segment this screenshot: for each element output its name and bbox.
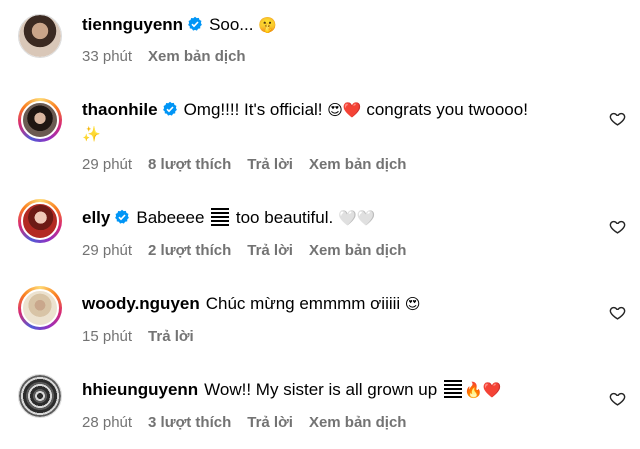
reply-button[interactable]: Trả lời	[247, 414, 293, 431]
reply-button[interactable]: Trả lời	[247, 242, 293, 259]
verified-badge-icon	[188, 16, 202, 31]
comment-line: tiennguyenn Soo... 🤫	[82, 14, 602, 36]
white-hearts-emoji: 🤍🤍	[337, 209, 376, 227]
likes-count-button[interactable]: 8 lượt thích	[148, 156, 231, 173]
flag-glyph-icon	[443, 380, 462, 398]
comment-text: Soo...	[209, 15, 259, 34]
avatar[interactable]	[18, 286, 62, 330]
username[interactable]: woody.nguyen	[82, 294, 200, 313]
comment-meta: 29 phút 2 lượt thích Trả lời Xem bản dịch	[82, 242, 422, 259]
username[interactable]: hhieunguyenn	[82, 380, 198, 399]
verified-badge-icon	[162, 101, 177, 116]
username[interactable]: tiennguyenn	[82, 15, 183, 34]
avatar[interactable]	[18, 14, 62, 58]
see-translation-button[interactable]: Xem bản dịch	[148, 48, 246, 65]
reply-button[interactable]: Trả lời	[148, 328, 194, 345]
avatar-image	[19, 15, 61, 57]
likes-count-button[interactable]: 3 lượt thích	[148, 414, 231, 431]
like-heart-icon[interactable]	[609, 110, 626, 127]
comment-meta: 15 phút Trả lời	[82, 328, 210, 345]
likes-count-button[interactable]: 2 lượt thích	[148, 242, 231, 259]
timestamp[interactable]: 29 phút	[82, 242, 132, 259]
verified-badge-icon	[115, 209, 130, 224]
comment-line: hhieunguyenn Wow!! My sister is all grown…	[82, 379, 602, 401]
comment-text: Babeeee	[136, 208, 210, 227]
avatar-image	[19, 375, 61, 417]
username[interactable]: elly	[82, 208, 110, 227]
username[interactable]: thaonhile	[82, 100, 158, 119]
comment-meta: 29 phút 8 lượt thích Trả lời Xem bản dịch	[82, 156, 422, 173]
see-translation-button[interactable]: Xem bản dịch	[309, 156, 407, 173]
avatar-image	[21, 289, 59, 327]
shush-emoji: 🤫	[258, 16, 277, 34]
avatar-image	[21, 101, 59, 139]
comment-text: Wow!! My sister is all grown up	[204, 380, 442, 399]
heart-eyes-emoji: 😍❤️	[327, 101, 362, 119]
comment-text: Chúc mừng emmmm ơiiiii	[205, 294, 405, 313]
comment-text: Omg!!!! It's official!	[183, 100, 328, 119]
timestamp[interactable]: 33 phút	[82, 48, 132, 65]
comment-text-continued: too beautiful.	[231, 208, 338, 227]
like-heart-icon[interactable]	[609, 218, 626, 235]
reply-button[interactable]: Trả lời	[247, 156, 293, 173]
avatar[interactable]	[18, 98, 62, 142]
fire-heart-emoji: 🔥❤️	[463, 381, 502, 399]
avatar-image	[21, 202, 59, 240]
comment-text-continued: congrats you twoooo!	[361, 100, 528, 119]
see-translation-button[interactable]: Xem bản dịch	[309, 414, 407, 431]
sparkles-emoji: ✨	[82, 125, 101, 143]
flag-glyph-icon	[211, 208, 230, 226]
comment-line: elly Babeeee too beautiful. 🤍🤍	[82, 207, 602, 229]
timestamp[interactable]: 15 phút	[82, 328, 132, 345]
like-heart-icon[interactable]	[609, 304, 626, 321]
heart-eyes-emoji: 😍	[404, 295, 421, 313]
comment-meta: 28 phút 3 lượt thích Trả lời Xem bản dịch	[82, 414, 422, 431]
timestamp[interactable]: 28 phút	[82, 414, 132, 431]
avatar[interactable]	[18, 374, 62, 418]
like-heart-icon[interactable]	[609, 390, 626, 407]
see-translation-button[interactable]: Xem bản dịch	[309, 242, 407, 259]
comment-line: woody.nguyen Chúc mừng emmmm ơiiiii 😍	[82, 293, 602, 315]
timestamp[interactable]: 29 phút	[82, 156, 132, 173]
comment-wrap-line: ✨	[82, 124, 101, 145]
comment-meta: 33 phút Xem bản dịch	[82, 48, 262, 65]
avatar[interactable]	[18, 199, 62, 243]
comment-line: thaonhile Omg!!!! It's official! 😍❤️ cong…	[82, 99, 602, 121]
